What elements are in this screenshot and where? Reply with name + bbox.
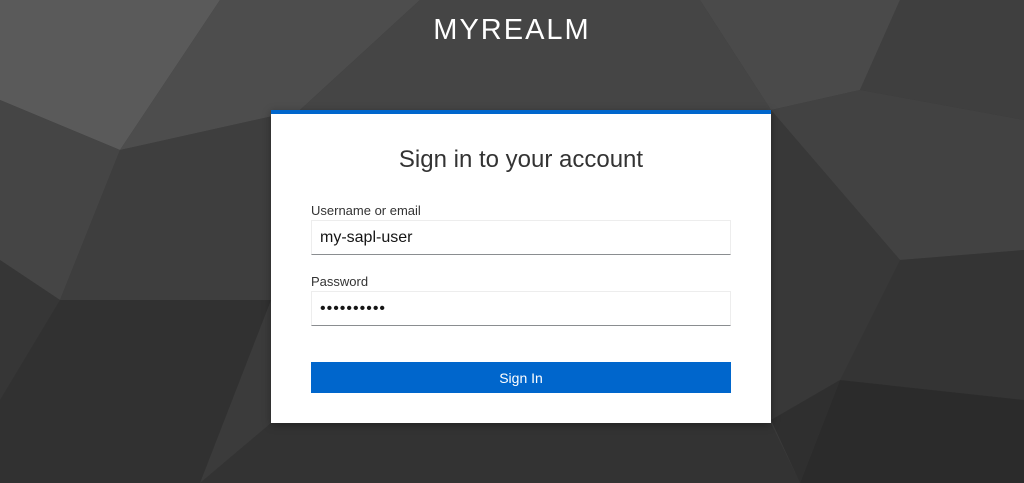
realm-title: MYREALM xyxy=(433,14,591,46)
username-label: Username or email xyxy=(311,203,421,218)
password-field[interactable] xyxy=(311,291,731,326)
login-heading: Sign in to your account xyxy=(398,146,644,173)
sign-in-button[interactable]: Sign In xyxy=(311,362,731,393)
login-card: Sign in to your account Username or emai… xyxy=(271,110,771,423)
password-label: Password xyxy=(311,274,369,289)
username-field[interactable] xyxy=(311,220,731,255)
